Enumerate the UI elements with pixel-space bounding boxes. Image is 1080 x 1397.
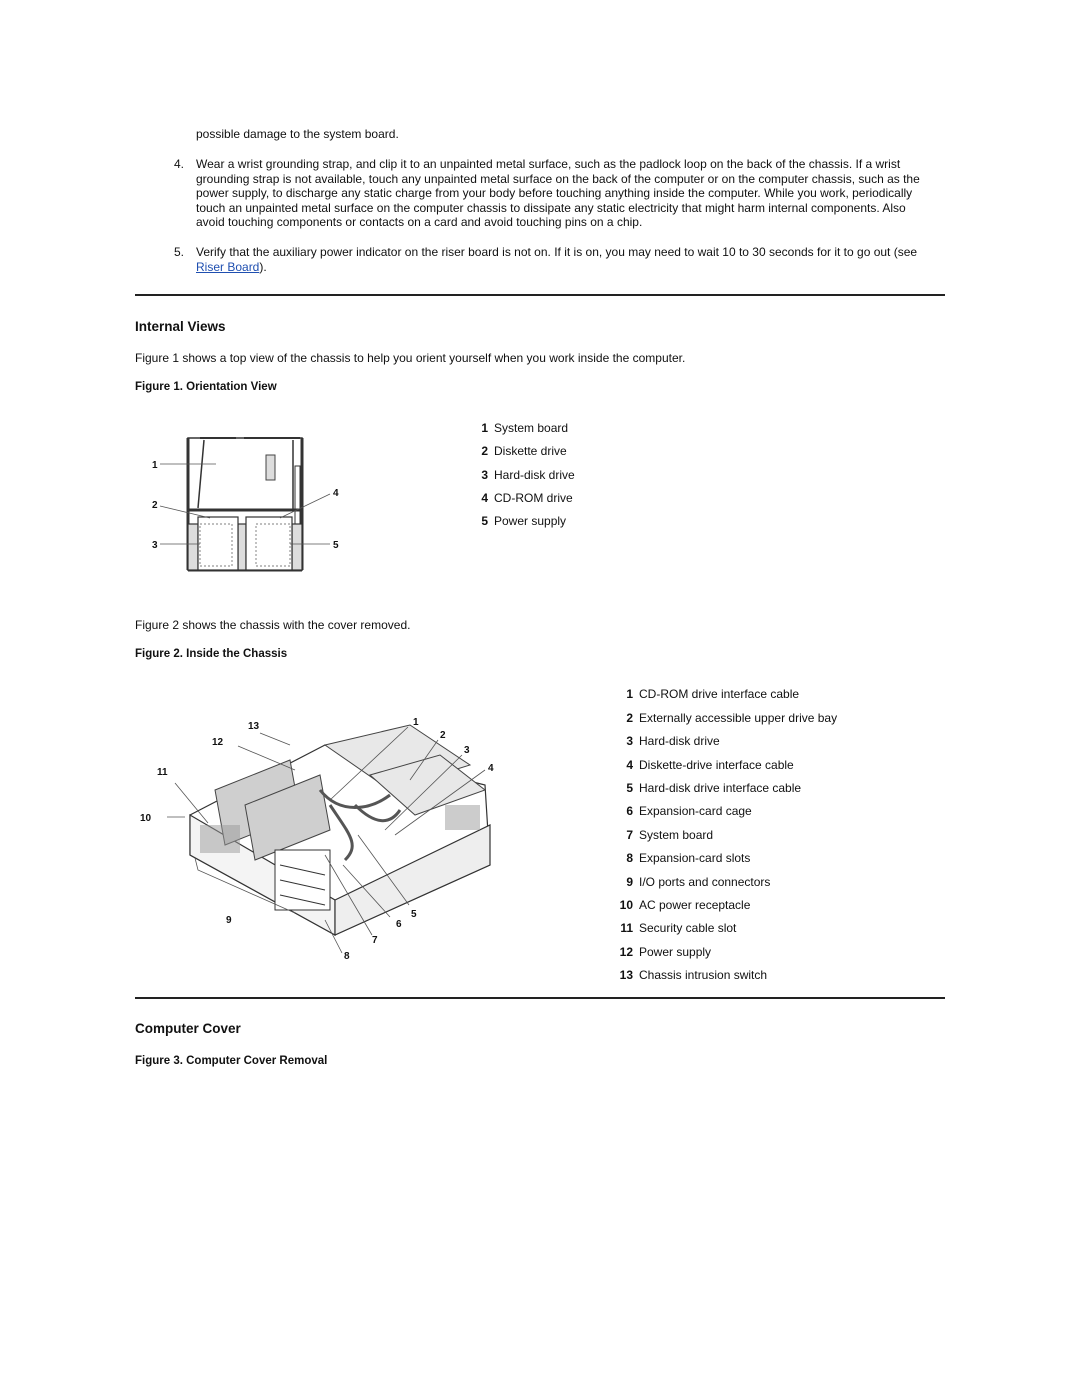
card-slots bbox=[274, 849, 331, 911]
step-continuation-text: possible damage to the system board. bbox=[196, 127, 399, 141]
figure-2-intro: Figure 2 shows the chassis with the cove… bbox=[135, 618, 411, 632]
callout-6: 6 bbox=[396, 919, 402, 930]
legend-item: 7 System board bbox=[626, 828, 714, 842]
section-heading-internal-views: Internal Views bbox=[135, 319, 226, 334]
legend-item: 5 Hard-disk drive interface cable bbox=[626, 781, 802, 795]
callout-3: 3 bbox=[464, 745, 470, 756]
legend-item: 5 Power supply bbox=[481, 514, 567, 528]
legend-item: 13 Chassis intrusion switch bbox=[619, 968, 768, 982]
legend-item: 3 Hard-disk drive bbox=[481, 468, 575, 482]
callout-2: 2 bbox=[440, 730, 446, 741]
section-divider bbox=[135, 997, 945, 999]
callout-3: 3 bbox=[152, 540, 158, 551]
callout-4: 4 bbox=[488, 763, 494, 774]
callout-12: 12 bbox=[212, 737, 224, 748]
legend-item: 6 Expansion-card cage bbox=[626, 804, 752, 818]
callout-10: 10 bbox=[140, 813, 152, 824]
callout-13: 13 bbox=[248, 721, 260, 732]
figure-1-caption: Figure 1. Orientation View bbox=[135, 381, 277, 393]
internal-views-intro: Figure 1 shows a top view of the chassis… bbox=[135, 351, 686, 365]
legend-item: 4 CD-ROM drive bbox=[481, 491, 573, 505]
callout-8: 8 bbox=[344, 951, 350, 962]
callout-1: 1 bbox=[413, 717, 419, 728]
callout-9: 9 bbox=[226, 915, 232, 926]
system-board-connector bbox=[265, 454, 276, 481]
step-text: Wear a wrist grounding strap, and clip i… bbox=[196, 157, 920, 230]
step-number: 5. bbox=[174, 245, 185, 259]
legend-item: 2 Externally accessible upper drive bay bbox=[626, 711, 838, 725]
legend-item: 10 AC power receptacle bbox=[619, 898, 751, 912]
step-text-after: ). bbox=[259, 259, 267, 274]
section-heading-computer-cover: Computer Cover bbox=[135, 1021, 241, 1036]
figure-3-caption: Figure 3. Computer Cover Removal bbox=[135, 1055, 328, 1067]
callout-2: 2 bbox=[152, 500, 158, 511]
callout-11: 11 bbox=[157, 767, 168, 778]
legend-item: 3 Hard-disk drive bbox=[626, 734, 720, 748]
section-divider bbox=[135, 294, 945, 296]
legend-item: 4 Diskette-drive interface cable bbox=[626, 758, 794, 772]
step-number: 4. bbox=[174, 157, 185, 171]
riser-board-link[interactable]: Riser Board bbox=[196, 260, 259, 274]
callout-5: 5 bbox=[411, 909, 417, 920]
callout-1: 1 bbox=[152, 460, 158, 471]
legend-item: 2 Diskette drive bbox=[481, 444, 567, 458]
legend-item: 1 System board bbox=[481, 421, 569, 435]
callout-7: 7 bbox=[372, 935, 378, 946]
step-5: 5. Verify that the auxiliary power indic… bbox=[174, 245, 934, 274]
callout-5: 5 bbox=[333, 540, 339, 551]
figure-2-chassis-diagram: 1 2 3 4 5 6 7 8 9 10 11 12 13 bbox=[140, 717, 494, 962]
legend-item: 1 CD-ROM drive interface cable bbox=[626, 687, 800, 701]
legend-item: 8 Expansion-card slots bbox=[626, 851, 751, 865]
figure-2-caption: Figure 2. Inside the Chassis bbox=[135, 648, 288, 660]
legend-item: 12 Power supply bbox=[619, 945, 712, 959]
drive-bays bbox=[187, 516, 303, 571]
callout-4: 4 bbox=[333, 488, 339, 499]
step-text: Verify that the auxiliary power indicato… bbox=[196, 245, 934, 274]
legend-item: 11 Security cable slot bbox=[620, 921, 737, 935]
figure-1-orientation-diagram: 1 2 3 4 5 bbox=[152, 437, 339, 572]
step-text-before: Verify that the auxiliary power indicato… bbox=[196, 245, 918, 259]
step-4: 4. Wear a wrist grounding strap, and cli… bbox=[174, 157, 934, 230]
legend-item: 9 I/O ports and connectors bbox=[626, 875, 771, 889]
